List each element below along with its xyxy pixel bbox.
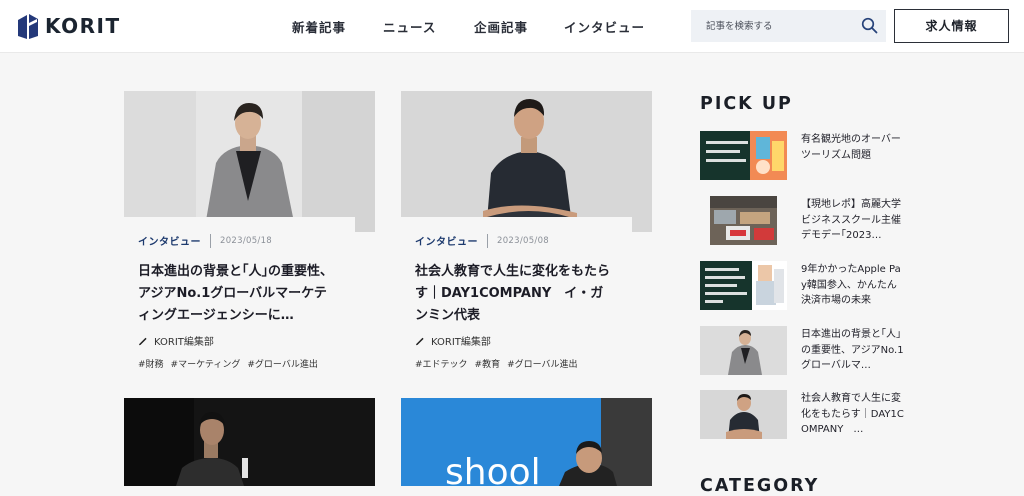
pickup-thumbnail-image (700, 196, 787, 245)
pickup-item[interactable]: 社会人教育で人生に変化をもたらす｜DAY1COMPANY … (700, 390, 905, 442)
article-photo[interactable]: shool (401, 398, 652, 486)
meta-divider (210, 233, 211, 248)
article-category[interactable]: インタビュー (138, 233, 201, 248)
nav-news[interactable]: ニュース (383, 17, 436, 36)
pickup-thumbnail (700, 390, 787, 439)
search-input[interactable] (691, 10, 851, 42)
article-date: 2023/05/08 (497, 235, 549, 246)
tag-link[interactable]: #教育 (475, 357, 501, 370)
site-logo[interactable]: KORIT (18, 13, 121, 39)
article-body: インタビュー 2023/05/18 日本進出の背景と｢人｣の重要性、アジアNo.… (124, 217, 355, 377)
category-heading: CATEGORY (700, 476, 820, 496)
article-photo-image (401, 91, 652, 232)
pickup-title[interactable]: 社会人教育で人生に変化をもたらす｜DAY1COMPANY … (801, 391, 905, 438)
pickup-item[interactable]: 【現地レポ】高麗大学ビジネススクール主催デモデー｢2023… (700, 196, 905, 248)
article-meta: インタビュー 2023/05/08 (415, 233, 549, 248)
pickup-item[interactable]: 有名観光地のオーバーツーリズム問題 (700, 131, 905, 183)
pickup-thumbnail (700, 326, 787, 375)
pickup-item[interactable]: 日本進出の背景と｢人｣の重要性、アジアNo.1グローバルマ… (700, 326, 905, 378)
pickup-thumbnail-image (700, 131, 787, 180)
pen-icon (416, 337, 424, 345)
article-date: 2023/05/18 (220, 235, 272, 246)
article-title[interactable]: 社会人教育で人生に変化をもたらす｜DAY1COMPANY イ・ガンミン代表 (415, 261, 615, 327)
tag-link[interactable]: #グローバル進出 (247, 357, 317, 370)
pickup-title[interactable]: 日本進出の背景と｢人｣の重要性、アジアNo.1グローバルマ… (801, 327, 905, 374)
article-photo-image (124, 398, 375, 486)
pickup-thumbnail-image (700, 390, 787, 439)
pickup-title[interactable]: 【現地レポ】高麗大学ビジネススクール主催デモデー｢2023… (801, 197, 905, 244)
article-card[interactable]: インタビュー 2023/05/08 社会人教育で人生に変化をもたらす｜DAY1C… (401, 91, 652, 381)
article-photo-image (124, 91, 375, 232)
search-icon[interactable] (861, 17, 878, 34)
article-author: KORIT編集部 (138, 333, 214, 348)
pickup-thumbnail (700, 196, 787, 245)
pen-icon (139, 337, 147, 345)
article-title[interactable]: 日本進出の背景と｢人｣の重要性、アジアNo.1グローバルマーケティングエージェン… (138, 261, 338, 327)
article-body: インタビュー 2023/05/08 社会人教育で人生に変化をもたらす｜DAY1C… (401, 217, 632, 377)
jobs-button[interactable]: 求人情報 (894, 9, 1009, 43)
meta-divider (487, 233, 488, 248)
author-name[interactable]: KORIT編集部 (431, 333, 491, 348)
pickup-title[interactable]: 有名観光地のオーバーツーリズム問題 (801, 132, 905, 163)
article-photo[interactable] (401, 91, 652, 232)
tag-link[interactable]: #グローバル進出 (507, 357, 577, 370)
pickup-thumbnail-image (700, 326, 787, 375)
sign-text: shool (445, 452, 541, 486)
author-name[interactable]: KORIT編集部 (154, 333, 214, 348)
article-tags: #エドテック #教育 #グローバル進出 (415, 357, 585, 370)
tag-link[interactable]: #エドテック (415, 357, 468, 370)
nav-feature-articles[interactable]: 企画記事 (474, 17, 528, 36)
pickup-thumbnail (700, 261, 787, 310)
pickup-title[interactable]: 9年かかったApple Pay韓国参入、かんたん決済市場の未来 (801, 262, 905, 309)
search-box (691, 10, 886, 42)
korit-logo-mark-icon (18, 14, 38, 39)
article-photo[interactable] (124, 398, 375, 486)
nav-interviews[interactable]: インタビュー (564, 17, 645, 36)
article-category[interactable]: インタビュー (415, 233, 478, 248)
article-photo[interactable] (124, 91, 375, 232)
site-header: KORIT 新着記事 ニュース 企画記事 インタビュー 求人情報 (0, 0, 1024, 52)
logo-text: KORIT (45, 14, 121, 38)
tag-link[interactable]: #マーケティング (171, 357, 241, 370)
article-photo-image: shool (401, 398, 652, 486)
pickup-thumbnail (700, 131, 787, 180)
tag-link[interactable]: #財務 (138, 357, 164, 370)
nav-new-articles[interactable]: 新着記事 (292, 17, 346, 36)
article-meta: インタビュー 2023/05/18 (138, 233, 272, 248)
article-tags: #財務 #マーケティング #グローバル進出 (138, 357, 325, 370)
article-author: KORIT編集部 (415, 333, 491, 348)
pickup-heading: PICK UP (700, 94, 793, 114)
article-card[interactable]: インタビュー 2023/05/18 日本進出の背景と｢人｣の重要性、アジアNo.… (124, 91, 375, 381)
pickup-thumbnail-image (700, 261, 787, 310)
pickup-item[interactable]: 9年かかったApple Pay韓国参入、かんたん決済市場の未来 (700, 261, 905, 313)
